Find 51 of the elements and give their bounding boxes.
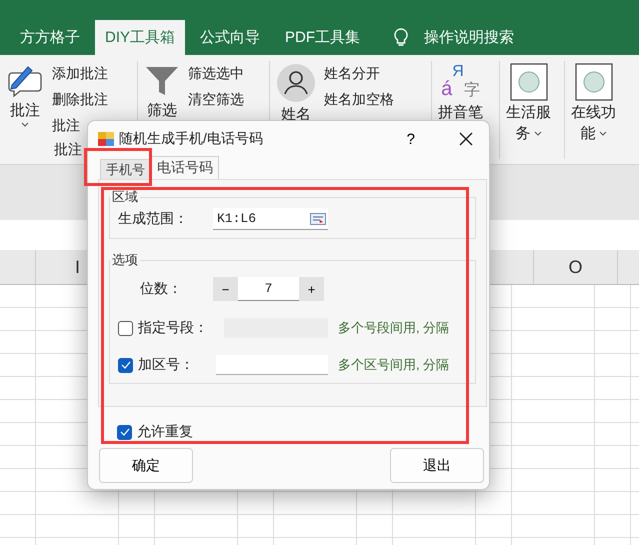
ribbon-command[interactable]: 添加批注 xyxy=(52,65,108,83)
increment-button[interactable]: + xyxy=(299,277,324,301)
app-icon xyxy=(97,131,115,147)
input-field[interactable] xyxy=(216,355,328,375)
range-field[interactable]: K1:L6 xyxy=(213,208,328,230)
ribbon-button[interactable]: 在线功 能 xyxy=(571,61,616,159)
checkbox-label: 允许重复 xyxy=(137,423,194,441)
checkmark-icon xyxy=(120,361,130,369)
person-icon xyxy=(276,63,316,103)
hint-text: 多个区号间用, 分隔 xyxy=(338,356,450,374)
dialog-title: 随机生成手机/电话号码 xyxy=(119,130,263,148)
range-picker-icon[interactable] xyxy=(310,212,326,224)
ribbon-command[interactable]: 姓名加空格 xyxy=(324,91,394,109)
hint-text: 多个号段间用, 分隔 xyxy=(338,319,450,337)
ribbon-tab[interactable]: 方方格子 xyxy=(10,20,90,55)
circle-box-icon xyxy=(510,63,548,101)
dialog-tab[interactable]: 电话号码 xyxy=(151,156,219,179)
checkbox-label: 加区号： xyxy=(138,356,195,374)
ribbon-command[interactable]: 清空筛选 xyxy=(188,91,244,109)
exit-button[interactable]: 退出 xyxy=(390,448,484,483)
number-field[interactable]: 7 xyxy=(238,277,299,301)
checkbox-label: 指定号段： xyxy=(138,319,209,337)
ribbon-button[interactable]: 批注 xyxy=(6,61,44,141)
ribbon-command[interactable]: 筛选选中 xyxy=(188,65,244,83)
chevron-icon xyxy=(598,130,606,136)
decrement-button[interactable]: − xyxy=(213,277,238,301)
help-button[interactable]: ? xyxy=(406,130,415,148)
chevron-icon xyxy=(21,122,29,128)
circle-box-icon xyxy=(574,63,612,101)
column-header[interactable]: O xyxy=(534,250,618,284)
ribbon-command[interactable]: 删除批注 xyxy=(52,91,108,109)
chevron-icon xyxy=(534,130,542,136)
group-label: 批注 xyxy=(54,141,83,159)
field-label: 位数： xyxy=(139,280,183,298)
pinyin-icon: á Я 字 xyxy=(441,63,480,101)
ribbon-tab[interactable]: 公式向导 xyxy=(190,20,270,55)
ribbon-tab[interactable]: DIY工具箱 xyxy=(95,20,186,55)
checkbox[interactable] xyxy=(117,424,132,440)
ribbon-tab[interactable]: PDF工具集 xyxy=(275,20,370,55)
ribbon-button[interactable]: 生活服 务 xyxy=(506,61,551,159)
ok-button[interactable]: 确定 xyxy=(99,448,193,483)
checkbox[interactable] xyxy=(118,358,133,372)
dialog-tab[interactable]: 手机号 xyxy=(100,159,151,179)
tell-me-search[interactable]: 操作说明搜索 xyxy=(424,28,514,47)
group-legend: 区域 xyxy=(110,188,140,206)
field-label: 生成范围： xyxy=(118,210,189,228)
lightbulb-icon[interactable] xyxy=(393,28,410,48)
close-icon[interactable] xyxy=(459,132,473,146)
ribbon-command[interactable]: 姓名分开 xyxy=(324,65,394,83)
ribbon-button[interactable]: 姓名 xyxy=(276,61,316,159)
checkmark-icon xyxy=(120,428,130,436)
